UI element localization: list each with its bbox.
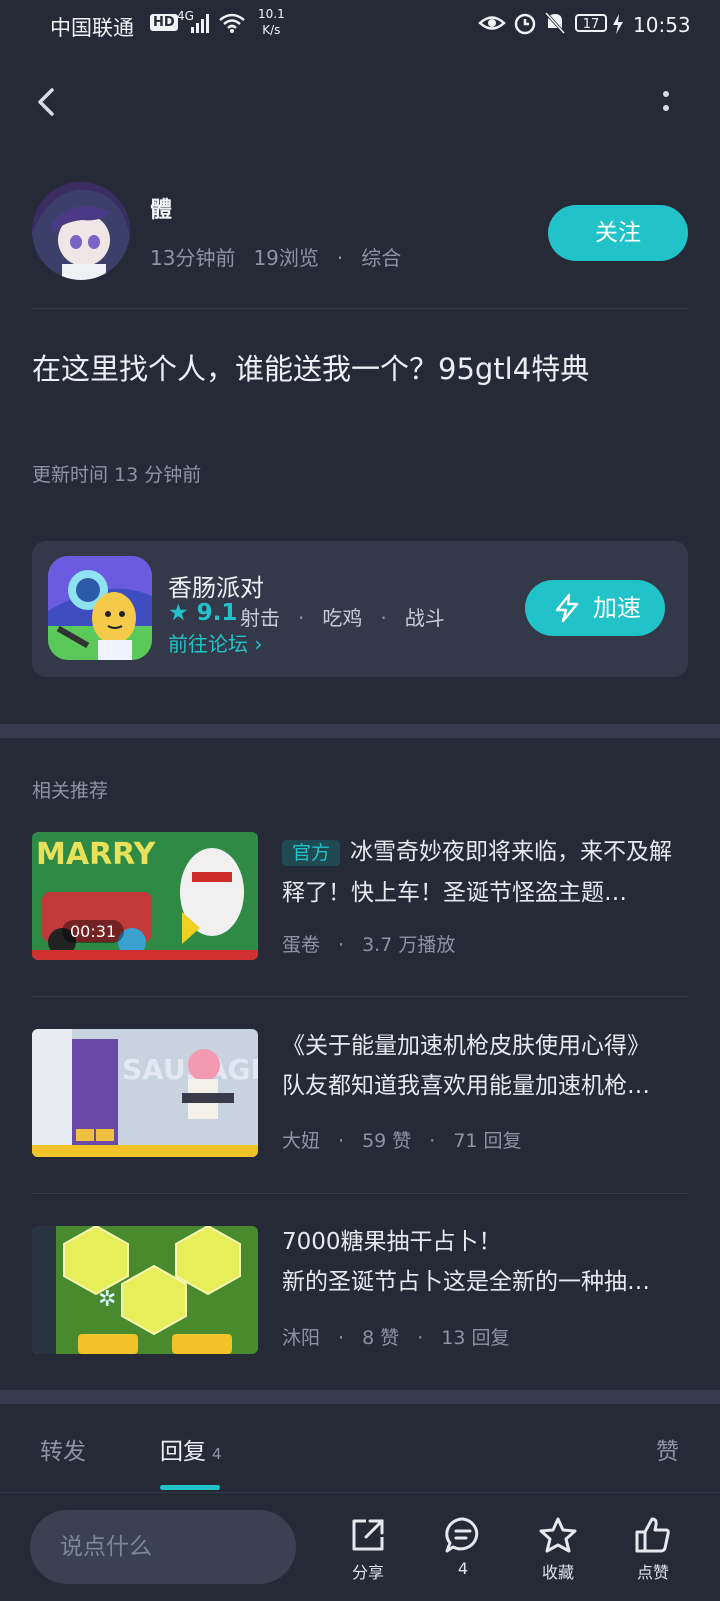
svg-text:✲: ✲ <box>98 1287 116 1312</box>
post-content: 在这里找个人，谁能送我一个？95gtl4特典 <box>32 352 590 386</box>
share-icon <box>352 1519 384 1551</box>
avatar[interactable] <box>32 182 130 280</box>
svg-text:MARRY: MARRY <box>36 837 157 872</box>
related-author: 沐阳 <box>282 1327 321 1349</box>
like-count: 59 赞 <box>362 1130 412 1152</box>
thumbs-up-icon <box>635 1517 670 1553</box>
status-bar: 中国联通 HD 4G 10.1 K/s 17 10:53 <box>0 0 720 52</box>
post-time: 13分钟前 <box>150 246 236 270</box>
related-author: 蛋卷 <box>282 934 321 956</box>
tab-reply[interactable]: 回复 4 <box>160 1432 222 1466</box>
game-tags: 射击 · 吃鸡 · 战斗 <box>240 606 445 630</box>
play-count: 3.7 万播放 <box>362 934 456 956</box>
divider <box>32 1193 688 1194</box>
game-tag: 射击 <box>240 606 280 630</box>
chevron-right-icon: › <box>254 632 263 656</box>
alarm-icon <box>514 13 536 35</box>
tab-forward[interactable]: 转发 <box>40 1432 86 1466</box>
author-name[interactable]: 體 <box>150 192 172 224</box>
tab-like[interactable]: 赞 <box>656 1432 679 1466</box>
back-icon[interactable] <box>28 82 68 122</box>
like-button[interactable]: 点赞 <box>618 1515 688 1583</box>
video-thumbnail[interactable]: MARRY 00:31 <box>32 832 258 960</box>
related-item-subtitle: 队友都知道我喜欢用能量加速机枪… <box>282 1073 650 1099</box>
like-count: 8 赞 <box>362 1327 400 1349</box>
hd-badge: HD <box>150 14 178 31</box>
game-icon[interactable] <box>48 556 152 660</box>
related-item-title[interactable]: 7000糖果抽干占卜！ 新的圣诞节占卜这是全新的一种抽… <box>282 1222 682 1302</box>
net-speed: 10.1 K/s <box>258 7 285 37</box>
post-thumbnail[interactable]: SAUSAGE <box>32 1029 258 1157</box>
game-rating: ★ 9.1 <box>168 600 238 626</box>
reply-count: 71 回复 <box>453 1130 522 1152</box>
reply-count: 13 回复 <box>441 1327 510 1349</box>
mute-notification-icon <box>544 11 566 35</box>
more-options-icon[interactable] <box>640 84 670 124</box>
tab-indicator <box>160 1485 220 1490</box>
comment-icon <box>445 1517 479 1553</box>
view-count: 19浏览 <box>253 246 319 270</box>
game-tag: 吃鸡 <box>322 606 363 630</box>
related-item-title[interactable]: 《关于能量加速机枪皮肤使用心得》 队友都知道我喜欢用能量加速机枪… <box>282 1026 682 1106</box>
star-outline-icon <box>539 1517 577 1553</box>
section-separator <box>0 724 720 738</box>
star-icon: ★ <box>168 600 189 626</box>
divider <box>32 308 688 309</box>
game-tag: 战斗 <box>404 606 445 630</box>
forum-link[interactable]: 前往论坛 › <box>168 628 262 657</box>
divider <box>32 996 688 997</box>
accelerate-button[interactable]: 加速 <box>525 580 665 636</box>
reply-tab-count: 4 <box>212 1445 222 1463</box>
post-category[interactable]: 综合 <box>361 246 401 270</box>
meta-dot: · <box>336 246 344 270</box>
eye-icon <box>478 16 506 30</box>
follow-button[interactable]: 关注 <box>548 205 688 261</box>
game-name: 香肠派对 <box>168 574 264 602</box>
update-time: 更新时间 13 分钟前 <box>32 464 202 486</box>
section-separator <box>0 1390 720 1404</box>
comment-button[interactable]: 4 <box>428 1515 498 1578</box>
official-badge: 官方 <box>282 840 341 866</box>
share-button[interactable]: 分享 <box>333 1515 403 1583</box>
related-item-title[interactable]: 官方 冰雪奇妙夜即将来临，来不及解释了！快上车！圣诞节怪盗主题… <box>282 832 682 913</box>
favorite-button[interactable]: 收藏 <box>523 1515 593 1583</box>
lightning-icon <box>555 593 579 623</box>
post-meta: 13分钟前 19浏览 · 综合 <box>150 242 419 271</box>
related-section-title: 相关推荐 <box>32 780 109 802</box>
related-item-subtitle: 新的圣诞节占卜这是全新的一种抽… <box>282 1269 650 1295</box>
charging-icon <box>613 14 623 34</box>
related-item-meta: 沐阳 · 8 赞 · 13 回复 <box>282 1327 510 1349</box>
post-thumbnail[interactable]: ✲ <box>32 1226 258 1354</box>
battery-icon: 17 <box>575 14 607 32</box>
wifi-icon <box>219 13 245 33</box>
related-item-meta: 蛋卷 · 3.7 万播放 <box>282 934 456 956</box>
related-author: 大妞 <box>282 1130 321 1152</box>
clock: 10:53 <box>633 13 691 37</box>
comment-input[interactable]: 说点什么 <box>30 1510 296 1584</box>
carrier-label: 中国联通 <box>50 16 134 40</box>
related-item-meta: 大妞 · 59 赞 · 71 回复 <box>282 1130 522 1152</box>
video-duration: 00:31 <box>62 920 125 943</box>
signal-icon <box>191 14 209 33</box>
